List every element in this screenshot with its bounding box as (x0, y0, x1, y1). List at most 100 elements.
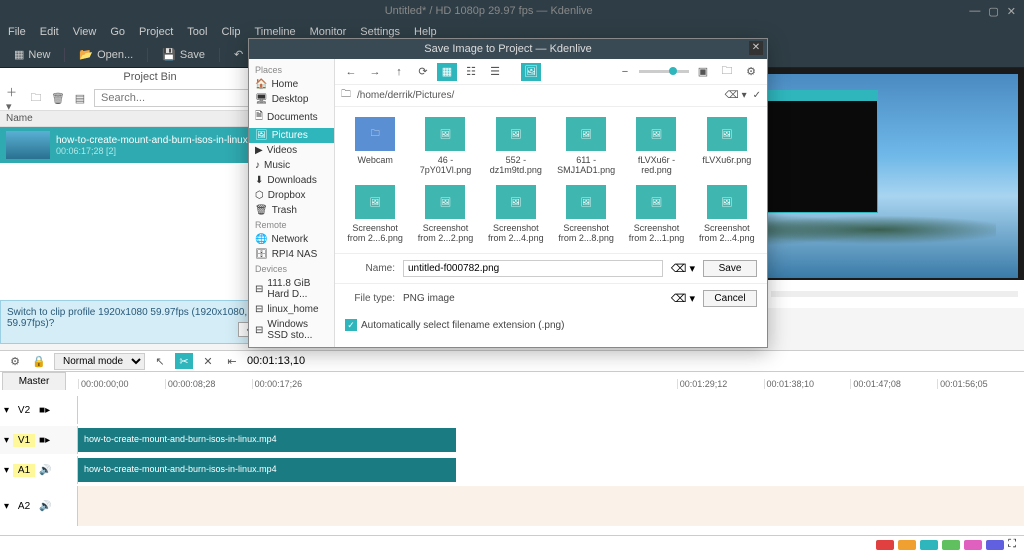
menu-project[interactable]: Project (139, 26, 173, 38)
filename-input[interactable] (403, 260, 663, 277)
settings-icon[interactable]: ⚙ (741, 63, 761, 81)
menu-edit[interactable]: Edit (40, 26, 59, 38)
place-linuxhome[interactable]: ⊟ linux_home (249, 302, 334, 317)
dialog-close-icon[interactable]: ✕ (749, 41, 763, 55)
menu-settings[interactable]: Settings (360, 26, 400, 38)
file-item[interactable]: 🖼Screenshot from 2...1.png (626, 185, 686, 243)
menu-view[interactable]: View (73, 26, 97, 38)
file-item[interactable]: 🖼Screenshot from 2...4.png (697, 185, 757, 243)
cancel-button[interactable]: Cancel (703, 290, 757, 307)
file-item[interactable]: 🖼611 - SMJ1AD1.png (556, 117, 616, 175)
tag-icon[interactable]: ▤ (72, 90, 88, 106)
menu-tool[interactable]: Tool (187, 26, 207, 38)
timeline: Master 00:00:00;00 00:00:08;28 00:00:17;… (0, 372, 1024, 535)
status-blue-icon[interactable] (986, 540, 1004, 550)
track-header-v2[interactable]: ▾ V2 ■▸ (0, 396, 78, 424)
track-header-a2[interactable]: ▾ A2 🔊 (0, 486, 78, 526)
place-videos[interactable]: ▶ Videos (249, 143, 334, 158)
new-folder-icon[interactable]: 🗀 (717, 63, 737, 81)
filetype-value[interactable]: PNG image (403, 293, 663, 304)
save-button[interactable]: Save (703, 260, 757, 277)
place-nas[interactable]: 🗄 RPI4 NAS (249, 247, 334, 262)
place-downloads[interactable]: ⬇ Downloads (249, 173, 334, 188)
place-desktop[interactable]: 🖥 Desktop (249, 92, 334, 107)
minimize-icon[interactable]: — (969, 5, 980, 18)
compact-view-icon[interactable]: ☷ (461, 63, 481, 81)
master-tab[interactable]: Master (2, 372, 66, 390)
auto-ext-checkbox[interactable]: ✓ (345, 319, 357, 331)
menu-help[interactable]: Help (414, 26, 437, 38)
track-header-v1[interactable]: ▾ V1 ■▸ (0, 426, 78, 454)
delete-icon[interactable]: 🗑 (50, 90, 66, 106)
place-trash[interactable]: 🗑 Trash (249, 203, 334, 218)
accept-icon[interactable]: ✓ (753, 90, 761, 101)
place-home[interactable]: 🏠 Home (249, 77, 334, 92)
search-input[interactable] (94, 89, 272, 107)
file-item[interactable]: 🖼Screenshot from 2...2.png (415, 185, 475, 243)
icons-view-icon[interactable]: ▦ (437, 63, 457, 81)
file-item[interactable]: 🖼Screenshot from 2...6.png (345, 185, 405, 243)
place-hdd[interactable]: ⊟ 111.8 GiB Hard D... (249, 276, 334, 302)
details-view-icon[interactable]: ☰ (485, 63, 505, 81)
breadcrumb[interactable]: 🗀 /home/derrik/Pictures/ ⌫ ▾ ✓ (335, 85, 767, 107)
new-button[interactable]: ▦New (8, 46, 56, 63)
file-item[interactable]: 🖼Screenshot from 2...4.png (486, 185, 546, 243)
timeline-clip-video[interactable]: how-to-create-mount-and-burn-isos-in-lin… (78, 428, 456, 452)
menu-timeline[interactable]: Timeline (254, 26, 295, 38)
name-label: Name: (345, 263, 395, 274)
expand-icon[interactable]: ⛶ (1008, 538, 1016, 551)
preview-icon[interactable]: 🖼 (521, 63, 541, 81)
monitor-scrubber[interactable] (771, 291, 1018, 297)
menu-file[interactable]: File (8, 26, 26, 38)
place-pictures[interactable]: 🖼 Pictures (249, 128, 334, 143)
reload-icon[interactable]: ⟳ (413, 63, 433, 81)
close-icon[interactable]: ✕ (1007, 5, 1016, 18)
place-winssd[interactable]: ⊟ Windows SSD sto... (249, 317, 334, 343)
razor-tool-icon[interactable]: ✂ (175, 353, 193, 369)
status-pink-icon[interactable] (964, 540, 982, 550)
maximize-icon[interactable]: ▢ (988, 5, 998, 18)
file-item[interactable]: 🖼fLVXu6r - red.png (626, 117, 686, 175)
save-button[interactable]: 💾Save (156, 46, 211, 63)
lock-icon[interactable]: 🔒 (30, 353, 48, 369)
status-orange-icon[interactable] (898, 540, 916, 550)
forward-icon[interactable]: → (365, 63, 385, 81)
clear-icon[interactable]: ⌫ ▾ (671, 262, 695, 275)
edit-mode-select[interactable]: Normal mode (54, 353, 145, 370)
spacer-tool-icon[interactable]: ✕ (199, 353, 217, 369)
place-documents[interactable]: 🗎 Documents (249, 107, 334, 128)
file-item[interactable]: 🖼fLVXu6r.png (697, 117, 757, 175)
zoom-actual-icon[interactable]: ▣ (693, 63, 713, 81)
zoom-slider[interactable] (639, 70, 689, 73)
menu-clip[interactable]: Clip (221, 26, 240, 38)
titlebar: Untitled* / HD 1080p 29.97 fps — Kdenliv… (0, 0, 1024, 22)
back-icon[interactable]: ← (341, 63, 361, 81)
open-button[interactable]: 📂Open... (73, 46, 139, 63)
clear-icon[interactable]: ⌫ ▾ (725, 90, 747, 101)
file-item[interactable]: 🖼46 - 7pY01Vl.png (415, 117, 475, 175)
place-dropbox[interactable]: ⬡ Dropbox (249, 188, 334, 203)
add-clip-icon[interactable]: ＋▾ (6, 90, 22, 106)
menu-go[interactable]: Go (110, 26, 125, 38)
timeline-clip-audio[interactable]: how-to-create-mount-and-burn-isos-in-lin… (78, 458, 456, 482)
place-network[interactable]: 🌐 Network (249, 232, 334, 247)
status-red-icon[interactable] (876, 540, 894, 550)
audio-track-icon: 🔊 (39, 501, 51, 512)
clear-icon[interactable]: ⌫ ▾ (671, 292, 695, 305)
track-header-a1[interactable]: ▾ A1 🔊 (0, 456, 78, 484)
status-green-icon[interactable] (942, 540, 960, 550)
status-teal-icon[interactable] (920, 540, 938, 550)
marker-icon[interactable]: ⇤ (223, 353, 241, 369)
zoom-out-icon[interactable]: − (615, 63, 635, 81)
up-icon[interactable]: ↑ (389, 63, 409, 81)
file-item[interactable]: 🖼Screenshot from 2...8.png (556, 185, 616, 243)
folder-icon[interactable]: 🗀 (28, 90, 44, 106)
menu-monitor[interactable]: Monitor (310, 26, 347, 38)
place-music[interactable]: ♪ Music (249, 158, 334, 173)
auto-ext-label: Automatically select filename extension … (361, 320, 564, 331)
folder-item[interactable]: 🗀Webcam (345, 117, 405, 175)
timeline-ruler[interactable]: 00:00:00;00 00:00:08;28 00:00:17;26 00:0… (78, 372, 1024, 396)
file-item[interactable]: 🖼552 - dz1m9td.png (486, 117, 546, 175)
pointer-tool-icon[interactable]: ↖ (151, 353, 169, 369)
gear-icon[interactable]: ⚙ (6, 353, 24, 369)
